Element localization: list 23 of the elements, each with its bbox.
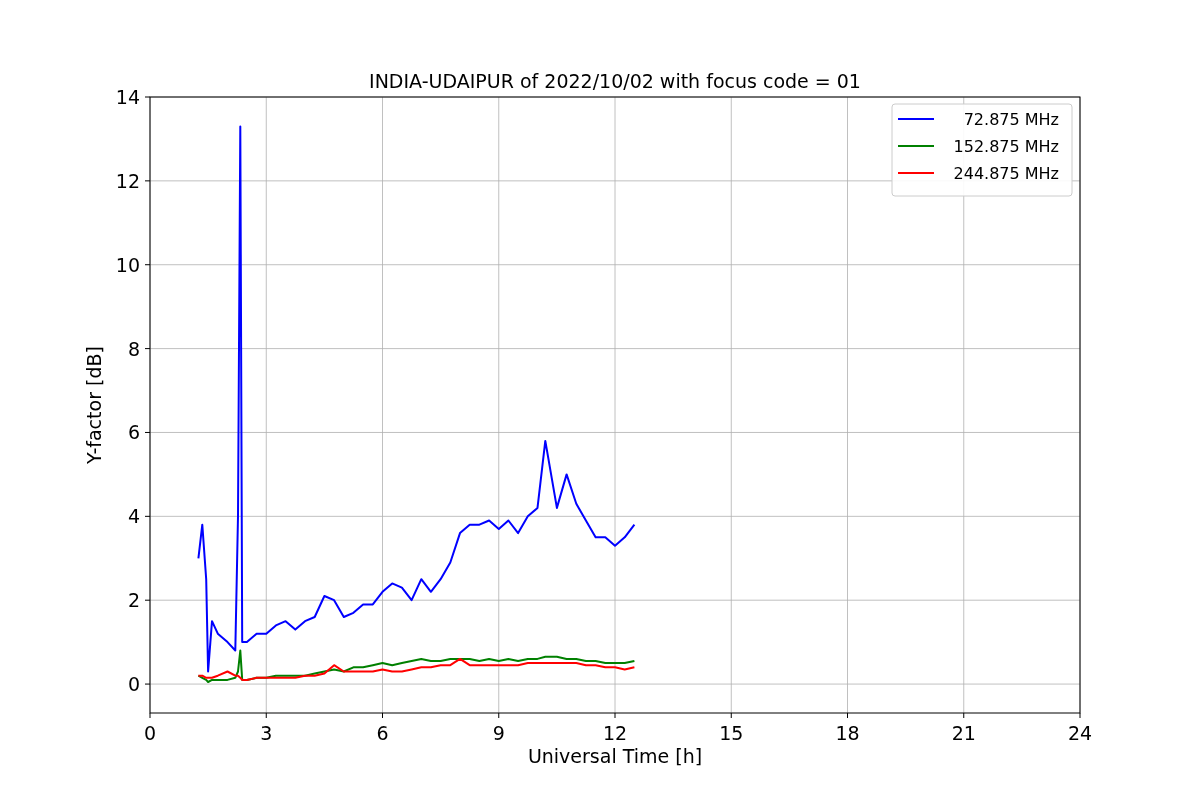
- legend-label: 244.875 MHz: [953, 164, 1059, 183]
- tick-label: 6: [127, 421, 140, 444]
- tick-label: 4: [127, 505, 140, 528]
- y-axis-label: Y-factor [dB]: [83, 346, 105, 464]
- tick-label: 0: [127, 673, 140, 696]
- tick-label: 24: [1067, 722, 1093, 744]
- tick-label: 14: [115, 86, 140, 108]
- tick-label: 3: [260, 722, 273, 744]
- tick-label: 12: [115, 169, 140, 192]
- chart-title: INDIA-UDAIPUR of 2022/10/02 with focus code = 01: [369, 70, 861, 92]
- tick-label: 15: [719, 722, 744, 744]
- legend-label: 72.875 MHz: [963, 110, 1059, 129]
- tick-label: 8: [127, 337, 140, 360]
- tick-label: 2: [127, 589, 140, 612]
- legend-label: 152.875 MHz: [953, 137, 1059, 156]
- x-axis-label: Universal Time [h]: [527, 745, 703, 767]
- tick-label: 18: [835, 722, 860, 744]
- tick-label: 12: [602, 722, 628, 744]
- tick-label: 9: [492, 722, 505, 744]
- tick-label: 6: [376, 722, 389, 744]
- tick-label: 10: [115, 253, 140, 276]
- tick-label: 0: [143, 722, 157, 744]
- tick-label: 21: [951, 722, 976, 744]
